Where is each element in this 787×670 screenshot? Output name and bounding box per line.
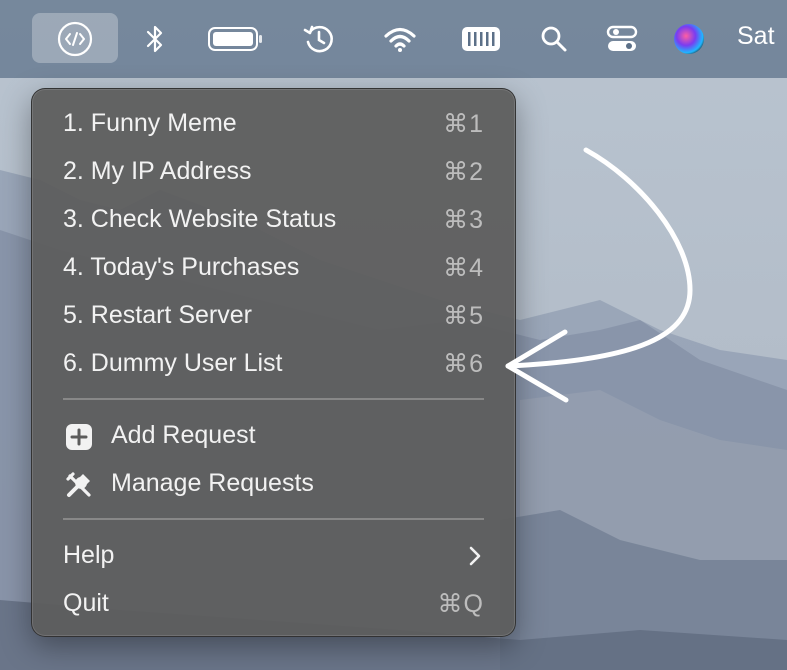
menu-item-label: 2. My IP Address — [63, 157, 252, 185]
menu-item-request-1[interactable]: 1. Funny Meme ⌘1 — [32, 101, 515, 147]
menu-item-shortcut: ⌘2 — [443, 158, 484, 186]
menu-item-label: Quit — [63, 589, 109, 617]
menu-item-shortcut: ⌘1 — [443, 110, 484, 138]
quit-menu-item[interactable]: Quit ⌘Q — [32, 581, 515, 627]
menu-bar: Sat — [0, 0, 787, 78]
menu-item-label: Add Request — [111, 421, 256, 449]
menu-item-request-4[interactable]: 4. Today's Purchases ⌘4 — [32, 245, 515, 291]
menu-item-label: 1. Funny Meme — [63, 109, 237, 137]
menu-item-shortcut: ⌘6 — [443, 350, 484, 378]
bluetooth-icon[interactable] — [140, 0, 170, 78]
menu-item-label: 3. Check Website Status — [63, 205, 337, 233]
chevron-right-icon — [468, 545, 482, 567]
menu-item-shortcut: ⌘5 — [443, 302, 484, 330]
help-menu-item[interactable]: Help — [32, 533, 515, 579]
menu-item-request-3[interactable]: 3. Check Website Status ⌘3 — [32, 197, 515, 243]
menu-separator — [63, 518, 484, 520]
menu-item-shortcut: ⌘4 — [443, 254, 484, 282]
menu-item-request-2[interactable]: 2. My IP Address ⌘2 — [32, 149, 515, 195]
menu-item-label: Manage Requests — [111, 469, 314, 497]
menu-item-label: 6. Dummy User List — [63, 349, 283, 377]
menu-item-request-6[interactable]: 6. Dummy User List ⌘6 — [32, 341, 515, 387]
siri-icon[interactable] — [670, 0, 708, 78]
manage-requests-menu-item[interactable]: Manage Requests — [32, 461, 515, 507]
control-center-icon[interactable] — [603, 0, 641, 78]
time-machine-icon[interactable] — [300, 0, 338, 78]
menu-item-label: 4. Today's Purchases — [63, 253, 300, 281]
search-icon[interactable] — [538, 0, 570, 78]
menu-separator — [63, 398, 484, 400]
wifi-icon[interactable] — [380, 0, 420, 78]
keyboard-icon[interactable] — [458, 0, 504, 78]
menu-item-label: 5. Restart Server — [63, 301, 252, 329]
status-dropdown-menu: 1. Funny Meme ⌘1 2. My IP Address ⌘2 3. … — [31, 88, 516, 637]
menu-item-shortcut: ⌘Q — [437, 590, 484, 618]
add-request-menu-item[interactable]: Add Request — [32, 413, 515, 459]
battery-icon[interactable] — [205, 0, 265, 78]
code-icon[interactable] — [50, 0, 100, 78]
menu-item-shortcut: ⌘3 — [443, 206, 484, 234]
menu-item-label: Help — [63, 541, 115, 569]
plus-square-icon — [65, 423, 93, 451]
tools-icon — [65, 471, 93, 499]
menu-item-request-5[interactable]: 5. Restart Server ⌘5 — [32, 293, 515, 339]
menu-bar-clock[interactable]: Sat — [737, 22, 775, 51]
